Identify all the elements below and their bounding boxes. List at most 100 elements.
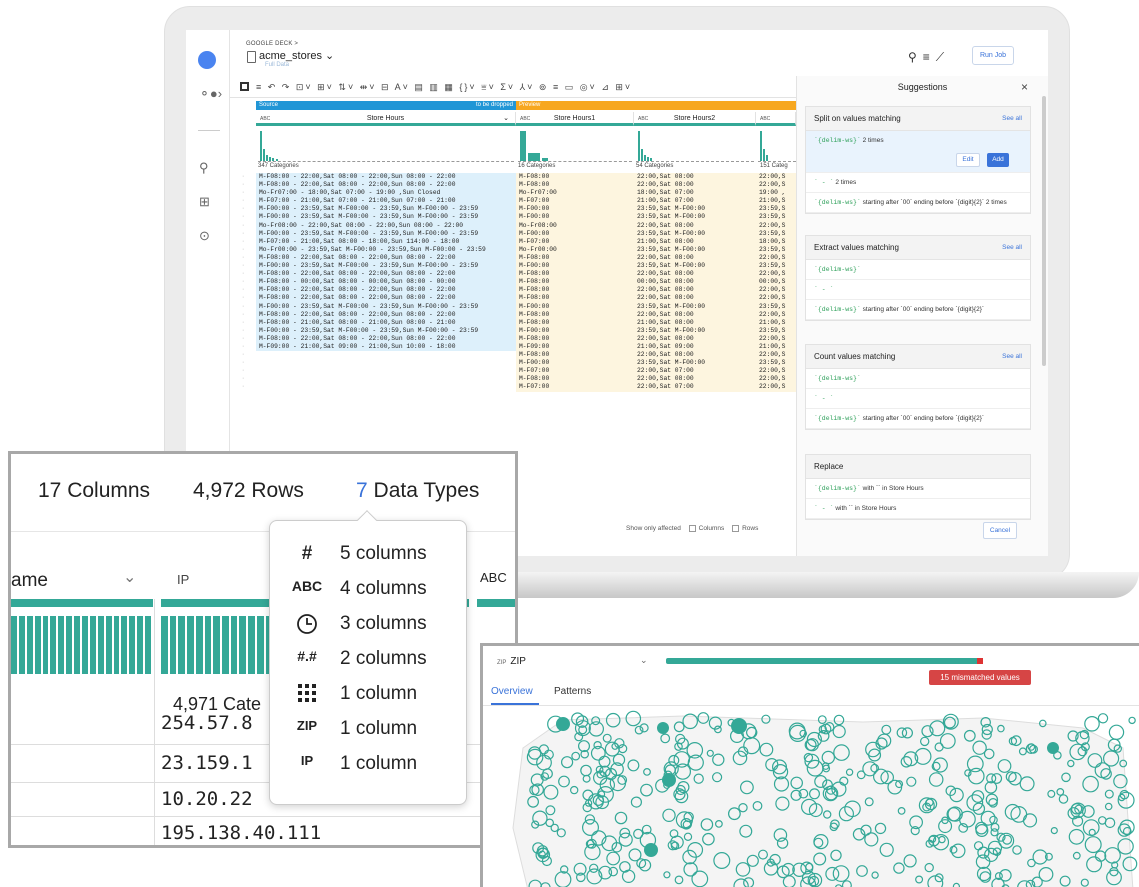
histogram-bar[interactable] [11,616,17,674]
table-cell[interactable]: M-F08:00 [516,334,634,343]
zip-cluster-point[interactable] [662,773,676,787]
table-cell[interactable]: M-F00:00 - 23:59,Sat M-F00:00 - 23:59,Su… [256,229,516,238]
histogram-col4[interactable] [758,130,796,162]
table-cell[interactable]: 18:00,Sat 07:00 [634,189,756,198]
run-job-button[interactable]: Run Job [972,46,1014,65]
table-cell[interactable]: M-F08:00 - 00:00,Sat 08:00 - 00:00,Sun 0… [256,278,516,287]
table-row[interactable]: M-F08:00 - 22:00,Sat 08:00 - 22:00,Sun 0… [256,294,796,303]
table-cell[interactable]: M-F08:00 [516,310,634,319]
table-cell[interactable]: M-F08:00 [516,173,634,182]
see-all-link[interactable]: See all [1002,345,1022,369]
table-cell[interactable]: M-F08:00 [516,278,634,287]
transform-toolbar[interactable]: ≡ ↶ ↷ ⊡˅ ⊞˅ ⇅˅ ⇹˅ ⊟ A˅ ▤ ▥ ▦ {}˅ ⩸˅ Σ˅ ⅄… [230,76,796,98]
table-cell[interactable]: M-F00:00 - 23:59,Sat M-F00:00 - 23:59,Su… [256,213,516,222]
table-cell[interactable]: 22:00,S [756,181,796,190]
table-cell[interactable]: 21:00,Sat 08:00 [634,237,756,246]
histogram-bar[interactable] [137,616,144,674]
histogram-bar[interactable] [248,616,255,674]
data-type-row[interactable]: ABC 4 columns [270,578,468,612]
table-cell[interactable]: M-F00:00 - 23:59,Sat M-F00:00 - 23:59,Su… [256,205,516,214]
table-row[interactable]: M-F00:00 - 23:59,Sat M-F00:00 - 23:59,Su… [256,205,796,214]
zip-point[interactable] [1108,724,1125,740]
histogram-bar[interactable] [97,616,104,674]
histogram-store-hours2[interactable] [636,130,754,162]
table-cell[interactable]: M-F09:00 [516,342,634,352]
table-cell[interactable]: 22:00,Sat 08:00 [634,270,756,279]
table-row[interactable]: M-F08:00 - 21:00,Sat 08:00 - 21:00,Sun 0… [256,318,796,327]
table-cell[interactable]: M-F08:00 - 22:00,Sat 08:00 - 22:00,Sun 0… [256,334,516,343]
table-cell[interactable]: 22:00,S [756,221,796,230]
table-cell[interactable]: Mo-Fr07:00 - 18:00,Sat 07:00 - 19:00 ,Su… [256,189,516,198]
zip-cluster-point[interactable] [556,717,570,731]
histogram-bar[interactable] [105,616,112,674]
data-type-row[interactable]: ZIP 1 column [270,718,468,752]
table-cell[interactable]: 22:00,S [756,173,796,182]
chevron-down-icon[interactable]: ⌄ [640,655,648,666]
table-cell[interactable]: 22:00,Sat 08:00 [634,181,756,190]
histogram-bar[interactable] [178,616,186,674]
table-row[interactable]: M-F08:00 22:00,Sat 08:00 22:00,S [256,351,796,360]
table-cell[interactable]: 19:00 , [756,189,796,198]
table-row[interactable]: Mo-Fr08:00 - 22:00,Sat 08:00 - 22:00,Sun… [256,221,796,230]
table-cell[interactable]: 23:59,S [756,359,796,368]
table-cell[interactable]: 22:00,Sat 08:00 [634,375,756,384]
zip-point[interactable] [1084,716,1100,732]
table-cell[interactable]: M-F08:00 - 22:00,Sat 08:00 - 22:00,Sun 0… [256,294,516,303]
table-cell[interactable]: M-F08:00 [516,351,634,360]
data-type-row[interactable]: #.# 2 columns [270,648,468,682]
close-icon[interactable]: × [1021,80,1028,94]
histogram-bars[interactable] [11,616,152,674]
suggestion-item[interactable]: `{delim-ws}` [806,260,1030,280]
table-cell[interactable]: M-F07:00 [516,383,634,392]
ip-cell[interactable]: 195.138.40.111 [161,822,321,844]
zip-point[interactable] [1128,716,1136,725]
table-cell[interactable]: 23:59,S [756,245,796,254]
table-cell[interactable]: Mo-Fr08:00 - 22:00,Sat 08:00 - 22:00,Sun… [256,221,516,230]
zip-point[interactable] [1097,713,1109,724]
table-row[interactable]: Mo-Fr00:00 - 23:59,Sat M-F00:00 - 23:59,… [256,245,796,254]
table-cell[interactable]: 23:59,Sat M-F00:00 [634,245,756,254]
histogram-bar[interactable] [121,616,128,674]
table-row[interactable]: Mo-Fr07:00 - 18:00,Sat 07:00 - 19:00 ,Su… [256,189,796,198]
add-button[interactable]: Add [987,153,1009,167]
table-cell[interactable]: 22:00,Sat 07:00 [634,383,756,392]
table-row[interactable]: M-F08:00 - 22:00,Sat 08:00 - 22:00,Sun 0… [256,270,796,279]
table-cell[interactable]: M-F00:00 [516,302,634,311]
mismatched-values-badge[interactable]: 15 mismatched values [929,670,1031,685]
histogram-bar[interactable] [239,616,247,674]
table-row[interactable]: M-F08:00 22:00,Sat 08:00 22:00,S [256,375,796,384]
table-cell[interactable]: 23:59,Sat M-F00:00 [634,302,756,311]
table-cell[interactable]: M-F00:00 [516,205,634,214]
see-all-link[interactable]: See all [1002,236,1022,260]
data-type-row[interactable]: #5 columns [270,543,468,577]
table-row[interactable]: M-F08:00 - 22:00,Sat 08:00 - 22:00,Sun 0… [256,334,796,343]
table-cell[interactable]: Mo-Fr00:00 [516,245,634,254]
table-cell[interactable]: M-F07:00 [516,367,634,376]
table-cell[interactable]: M-F08:00 - 22:00,Sat 08:00 - 22:00,Sun 0… [256,270,516,279]
histogram-bar[interactable] [113,616,120,674]
table-cell[interactable]: M-F09:00 - 21:00,Sat 09:00 - 21:00,Sun 1… [256,342,516,352]
table-cell[interactable]: 22:00,S [756,351,796,360]
ip-cell[interactable]: 23.159.1 [161,752,253,774]
table-cell[interactable]: M-F00:00 [516,229,634,238]
scrollbar[interactable] [1042,96,1046,366]
table-cell[interactable]: M-F08:00 - 22:00,Sat 08:00 - 22:00,Sun 0… [256,286,516,295]
table-cell[interactable]: 21:00,S [756,197,796,206]
histogram-bar[interactable] [145,616,152,674]
table-cell[interactable]: 23:59,S [756,262,796,271]
suggestion-item[interactable]: `{delim-ws}` with `` in Store Hours [806,479,1030,499]
histogram-bar[interactable] [169,616,177,674]
table-cell[interactable]: M-F08:00 [516,253,634,263]
table-cell[interactable]: M-F08:00 [516,375,634,384]
table-cell[interactable]: M-F00:00 [516,359,634,368]
table-cell[interactable]: 23:59,Sat M-F00:00 [634,205,756,214]
tab-patterns[interactable]: Patterns [554,686,591,697]
table-cell[interactable]: 22:00,Sat 08:00 [634,253,756,263]
histogram-bar[interactable] [89,616,96,674]
histogram-bar[interactable] [161,616,168,674]
data-type-row[interactable]: 1 column [270,683,468,717]
table-cell[interactable]: Mo-Fr07:00 [516,189,634,198]
column-header-store-hours2[interactable]: ABC Store Hours2 [634,112,756,126]
column-header-4[interactable]: ABC [756,112,796,126]
histogram-bar[interactable] [204,616,212,674]
